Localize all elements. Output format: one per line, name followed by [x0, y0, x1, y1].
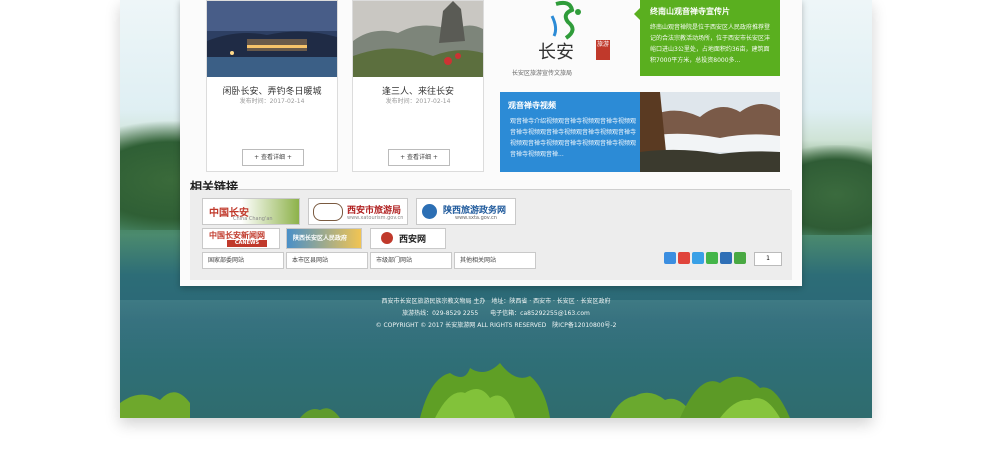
site-footer: 西安市长安区旅游民族宗教文物局 主办 地址：陕西省 · 西安市 · 长安区 · … — [120, 296, 872, 332]
banner-label: 西安网 — [399, 235, 427, 245]
card-photo — [207, 1, 337, 77]
share-bar: 1 — [664, 252, 784, 266]
footer-organizer: 西安市长安区旅游民族宗教文物局 主办 地址：陕西省 · 西安市 · 长安区 · … — [381, 298, 611, 305]
links-section: 中国长安 China Chang'an 西安市旅游局 www.xatourism… — [190, 190, 792, 280]
tencent-share-icon[interactable] — [692, 252, 704, 264]
link-select-districts[interactable]: 本市区县网站 — [286, 252, 368, 269]
card-photo — [353, 1, 483, 77]
video-promo-box[interactable]: 终南山观音禅寺宣传片 终南山观音禅院是位于西安区人民政府推荐登记的合法宗教活动场… — [634, 0, 780, 76]
promo-title[interactable]: 观音禅寺视频 — [508, 100, 556, 111]
video-promo-box[interactable]: 观音禅寺视频 观音禅寺介绍视频观音禅寺视频观音禅寺视频观音禅寺视频观音禅寺视频观… — [500, 92, 646, 172]
link-banner[interactable]: 陕西长安区人民政府 — [286, 228, 362, 249]
card-date: 发布时间：2017-02-14 — [385, 98, 451, 105]
logo-subtitle: 长安区旅游宣传文旅局 — [512, 70, 573, 77]
view-details-button[interactable]: + 查看详细 + — [242, 149, 304, 166]
changan-logo: 长安 旅游 长安区旅游宣传文旅局 — [498, 0, 638, 80]
wechat-share-icon[interactable] — [706, 252, 718, 264]
link-select-departments[interactable]: 市级部门网站 — [370, 252, 452, 269]
foreground-plants — [120, 363, 790, 418]
promo-title[interactable]: 终南山观音禅寺宣传片 — [650, 6, 730, 17]
footer-copyright: © COPYRIGHT © 2017 长安旅游网 ALL RIGHTS RESE… — [375, 322, 617, 329]
link-select-other[interactable]: 其他相关网站 — [454, 252, 536, 269]
renren-share-icon[interactable] — [720, 252, 732, 264]
news-card: 逢三人、来往长安 发布时间：2017-02-14 + 查看详细 + — [352, 0, 484, 172]
footer-contact: 旅游热线：029-8529 2255 电子信箱：ca85292255@163.c… — [402, 310, 590, 317]
banner-sub: www.sxta.gov.cn — [455, 215, 497, 221]
link-banner[interactable]: 陕西旅游政务网 www.sxta.gov.cn — [416, 198, 516, 225]
qzone-share-icon[interactable] — [664, 252, 676, 264]
banner-sub: www.xatourism.gov.cn — [347, 215, 404, 221]
globe-icon — [422, 204, 437, 219]
link-banner[interactable]: 西安网 — [370, 228, 446, 249]
callout-notch — [634, 8, 640, 20]
card-date: 发布时间：2017-02-14 — [239, 98, 305, 105]
background-landscape: 闲卧长安、弄钓冬日暖城 发布时间：2017-02-14 + 查看详细 + 逢三人… — [120, 0, 872, 418]
banner-sub: China Chang'an — [233, 216, 273, 222]
emblem-icon — [313, 203, 343, 221]
logo-seal: 旅游 — [596, 40, 610, 60]
banner-sub: CANEWS — [227, 240, 267, 247]
logo-text: 长安 — [538, 42, 574, 63]
mountain-photo[interactable] — [640, 92, 780, 172]
link-select-ministries[interactable]: 国家部委网站 — [202, 252, 284, 269]
content-panel: 闲卧长安、弄钓冬日暖城 发布时间：2017-02-14 + 查看详细 + 逢三人… — [180, 0, 802, 286]
banner-label: 陕西长安区人民政府 — [293, 235, 348, 242]
link-banner[interactable]: 西安市旅游局 www.xatourism.gov.cn — [308, 198, 408, 225]
weibo-share-icon[interactable] — [678, 252, 690, 264]
flower-icon — [381, 232, 393, 244]
share-count: 1 — [754, 252, 782, 266]
link-banner[interactable]: 中国长安新闻网 CANEWS — [202, 228, 280, 249]
link-banner[interactable]: 中国长安 China Chang'an — [202, 198, 300, 225]
promo-text: 终南山观音禅院是位于西安区人民政府推荐登记的合法宗教活动场所，位于西安市长安区沣… — [650, 24, 771, 64]
more-share-icon[interactable] — [734, 252, 746, 264]
view-details-button[interactable]: + 查看详细 + — [388, 149, 450, 166]
news-card: 闲卧长安、弄钓冬日暖城 发布时间：2017-02-14 + 查看详细 + — [206, 0, 338, 172]
promo-text: 观音禅寺介绍视频观音禅寺视频观音禅寺视频观音禅寺视频观音禅寺视频观音禅寺视频观音… — [510, 118, 637, 158]
